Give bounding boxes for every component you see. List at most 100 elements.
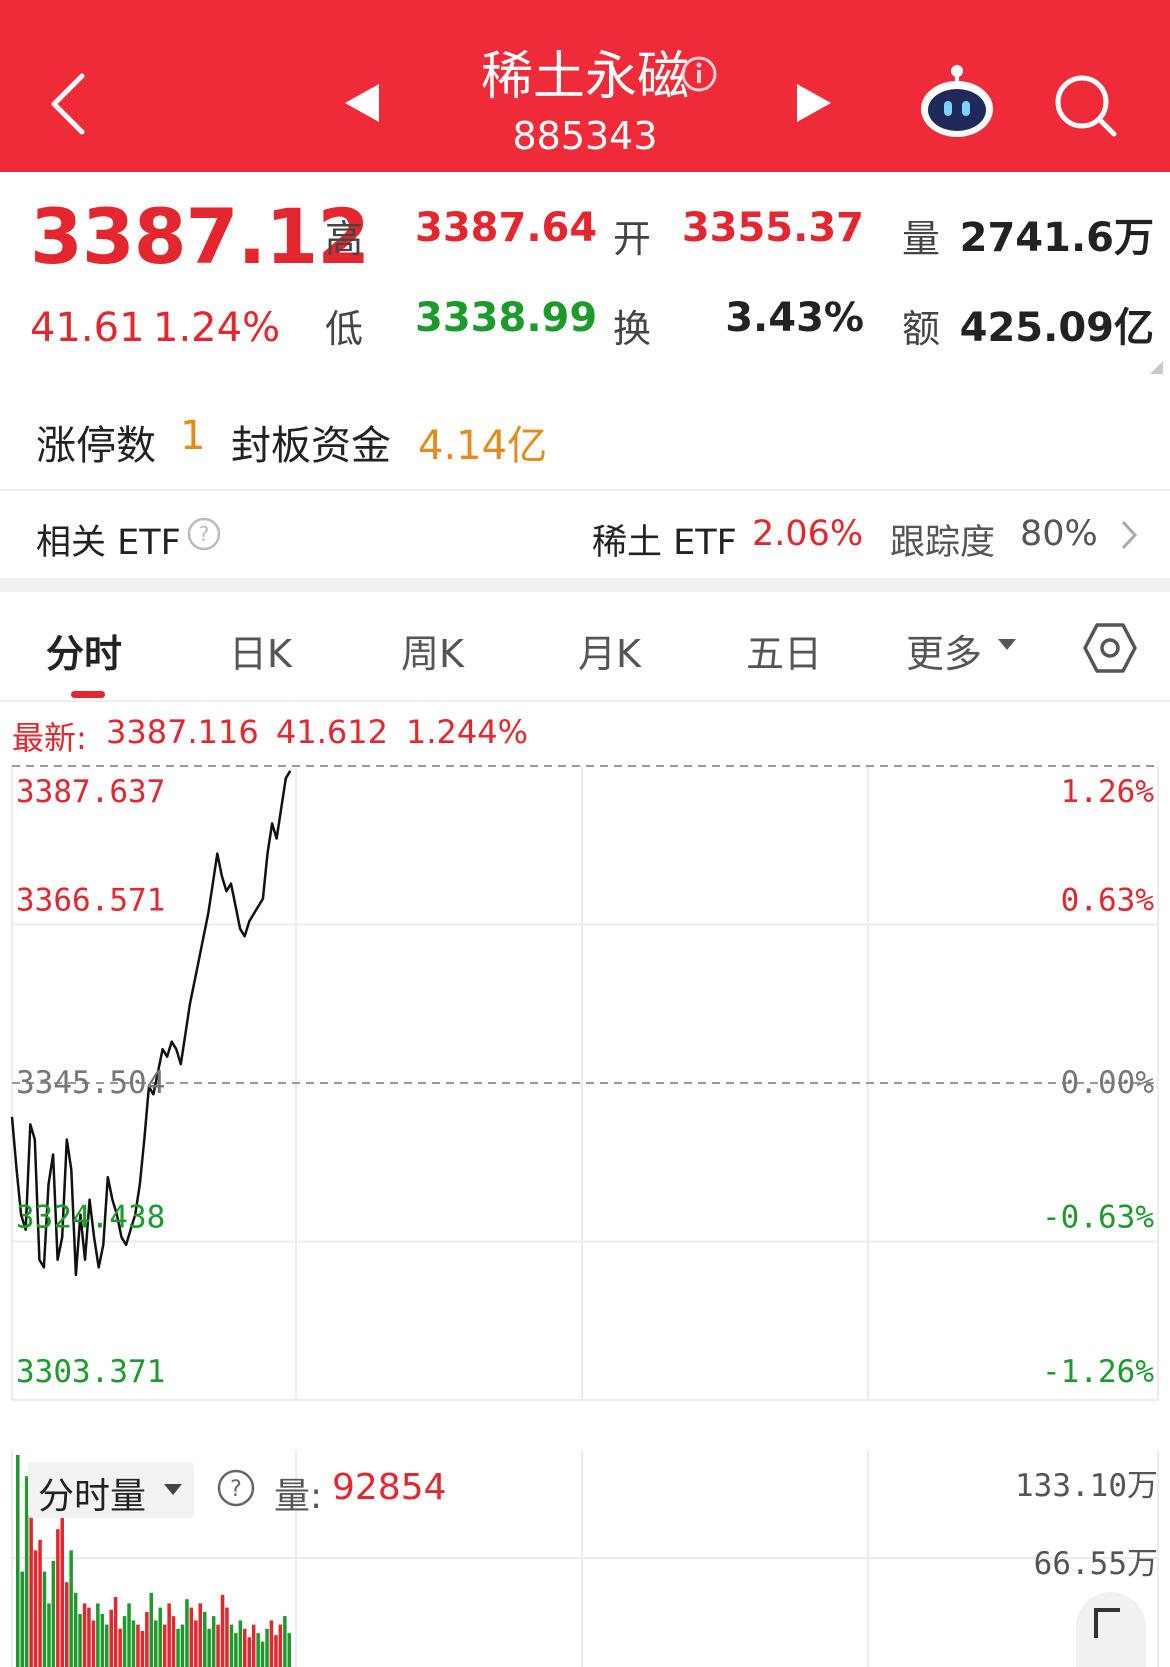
volume-bar-53 bbox=[251, 1624, 256, 1667]
low-value: 3338.99 bbox=[415, 295, 598, 341]
divider bbox=[0, 700, 1170, 702]
dropdown-caret-icon[interactable] bbox=[998, 639, 1016, 650]
volume-bar-47 bbox=[225, 1607, 229, 1667]
robot-assistant-icon[interactable] bbox=[916, 62, 998, 140]
volume-bar-14 bbox=[78, 1614, 82, 1667]
volume-max-label: 133.10万 bbox=[1015, 1468, 1158, 1504]
open-value: 3355.37 bbox=[681, 205, 864, 251]
volume-bar-50 bbox=[238, 1620, 243, 1667]
volume-bar-39 bbox=[189, 1607, 194, 1667]
y-right-tick-2: 0.00% bbox=[1061, 1065, 1155, 1101]
turnover-label: 换 bbox=[613, 307, 652, 351]
help-icon[interactable]: ? bbox=[186, 516, 222, 552]
volume-bar-32 bbox=[158, 1607, 162, 1667]
high-value: 3387.64 bbox=[415, 205, 598, 251]
volume-bar-54 bbox=[256, 1633, 260, 1667]
volume-help-icon[interactable]: ? bbox=[216, 1468, 256, 1508]
volume-bar-7 bbox=[47, 1603, 51, 1667]
sector-code: 885343 bbox=[512, 114, 658, 158]
divider bbox=[0, 489, 1170, 491]
volume-bar-33 bbox=[162, 1624, 167, 1667]
low-label: 低 bbox=[325, 307, 364, 351]
volume-bar-61 bbox=[287, 1633, 291, 1667]
volume-qty-value: 92854 bbox=[332, 1467, 447, 1508]
volume-bar-34 bbox=[167, 1603, 171, 1667]
volume-bar-22 bbox=[113, 1597, 118, 1667]
chart-grid bbox=[11, 765, 1159, 1401]
svg-text:?: ? bbox=[230, 1477, 242, 1502]
volume-indicator-label: 分时量 bbox=[38, 1476, 147, 1517]
y-left-tick-4: 3303.371 bbox=[16, 1354, 165, 1390]
volume-bar-36 bbox=[176, 1628, 180, 1667]
etf-name[interactable]: 稀土 ETF bbox=[592, 514, 737, 565]
amount-label: 额 bbox=[902, 307, 941, 351]
top-bar: 稀土永磁 885343 bbox=[0, 0, 1170, 172]
y-right-tick-3: -0.63% bbox=[1042, 1200, 1154, 1236]
seal-fund-value: 4.14亿 bbox=[418, 423, 548, 469]
volume-bar-0 bbox=[16, 1455, 20, 1667]
volume-bar-55 bbox=[260, 1641, 265, 1667]
volume-bar-40 bbox=[194, 1620, 198, 1667]
turnover-value: 3.43% bbox=[725, 295, 864, 341]
volume-bar-48 bbox=[229, 1624, 234, 1667]
next-sector-icon[interactable] bbox=[797, 84, 831, 122]
volume-bar-24 bbox=[122, 1616, 127, 1667]
volume-bar-49 bbox=[234, 1633, 238, 1667]
tab-more[interactable]: 更多 bbox=[906, 623, 982, 678]
search-icon[interactable] bbox=[1052, 72, 1118, 138]
volume-qty-label: 量: bbox=[274, 1476, 323, 1517]
volume-bar-41 bbox=[198, 1603, 202, 1667]
limit-up-count: 1 bbox=[180, 413, 206, 459]
volume-bar-13 bbox=[73, 1592, 78, 1667]
amount-value: 425.09亿 bbox=[959, 305, 1154, 351]
back-arrow-icon[interactable] bbox=[48, 72, 88, 136]
chevron-right-icon[interactable] bbox=[1118, 518, 1140, 552]
expand-corner-icon[interactable] bbox=[1150, 361, 1163, 374]
high-label: 高 bbox=[325, 217, 364, 261]
volume-bar-1 bbox=[20, 1571, 24, 1667]
volume-bar-29 bbox=[145, 1611, 149, 1667]
y-right-tick-1: 0.63% bbox=[1061, 883, 1155, 919]
volume-value: 2741.6万 bbox=[959, 215, 1154, 261]
volume-bar-15 bbox=[82, 1603, 87, 1667]
latest-change: 41.612 bbox=[276, 713, 388, 751]
tab-monthly-k[interactable]: 月K bbox=[578, 623, 641, 678]
volume-bar-30 bbox=[149, 1592, 153, 1667]
tracking-value: 80% bbox=[1020, 514, 1098, 554]
volume-bar-4 bbox=[33, 1550, 38, 1667]
sector-title: 稀土永磁 bbox=[480, 47, 689, 107]
volume-bar-26 bbox=[131, 1620, 136, 1667]
volume-bar-38 bbox=[185, 1599, 189, 1667]
previous-sector-icon[interactable] bbox=[345, 84, 379, 122]
volume-dropdown-caret-icon[interactable] bbox=[164, 1484, 182, 1495]
volume-bar-37 bbox=[180, 1624, 185, 1667]
volume-bar-18 bbox=[96, 1603, 100, 1667]
latest-price: 3387.116 bbox=[106, 713, 259, 751]
volume-bar-52 bbox=[247, 1637, 251, 1667]
volume-bar-57 bbox=[269, 1620, 274, 1667]
tab-weekly-k[interactable]: 周K bbox=[401, 623, 464, 678]
active-tab-indicator bbox=[71, 691, 105, 698]
y-left-tick-1: 3366.571 bbox=[16, 883, 165, 919]
fullscreen-corner-icon bbox=[1094, 1608, 1120, 1638]
volume-bar-25 bbox=[127, 1603, 131, 1667]
volume-bar-44 bbox=[211, 1616, 216, 1667]
volume-bar-27 bbox=[136, 1624, 140, 1667]
tab-daily-k[interactable]: 日K bbox=[229, 623, 292, 678]
settings-hexagon-icon[interactable] bbox=[1082, 620, 1138, 676]
volume-mid-label: 66.55万 bbox=[1033, 1546, 1158, 1582]
volume-bar-8 bbox=[51, 1561, 56, 1667]
volume-bar-60 bbox=[283, 1616, 287, 1667]
latest-change-pct: 1.244% bbox=[406, 713, 529, 751]
volume-bar-59 bbox=[278, 1624, 283, 1667]
latest-label: 最新: bbox=[12, 719, 87, 757]
volume-bar-43 bbox=[207, 1628, 211, 1667]
intraday-price-chart[interactable]: 3387.637 3366.571 3345.504 3324.438 3303.371… bbox=[0, 760, 1170, 1410]
tab-five-day[interactable]: 五日 bbox=[746, 623, 822, 678]
info-icon[interactable] bbox=[679, 54, 719, 94]
volume-bar-5 bbox=[38, 1539, 42, 1667]
volume-bar-51 bbox=[243, 1628, 247, 1667]
volume-bar-35 bbox=[171, 1616, 176, 1667]
volume-bar-58 bbox=[274, 1635, 278, 1667]
tab-intraday[interactable]: 分时 bbox=[46, 623, 122, 678]
